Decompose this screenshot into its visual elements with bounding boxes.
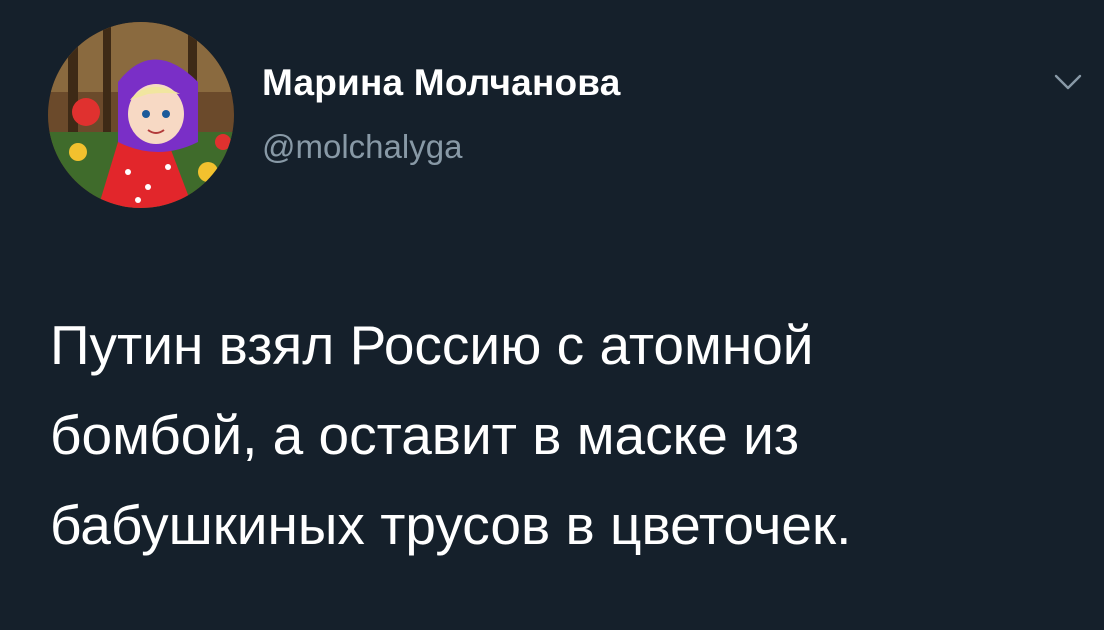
author-display-name[interactable]: Марина Молчанова	[262, 62, 621, 104]
cartoon-girl-avatar-icon	[48, 22, 234, 208]
author-handle[interactable]: @molchalyga	[262, 128, 462, 166]
tweet-text: Путин взял Россию с атомной бомбой, а ос…	[50, 300, 1090, 570]
tweet-text-line: Путин взял Россию с атомной	[50, 314, 814, 376]
tweet-text-line: бомбой, а оставит в маске из	[50, 404, 800, 466]
author-avatar[interactable]	[48, 22, 234, 208]
chevron-down-icon[interactable]	[1052, 70, 1084, 94]
tweet: Марина Молчанова @molchalyga Путин взял …	[0, 0, 1104, 630]
tweet-text-line: бабушкиных трусов в цветочек.	[50, 494, 852, 556]
